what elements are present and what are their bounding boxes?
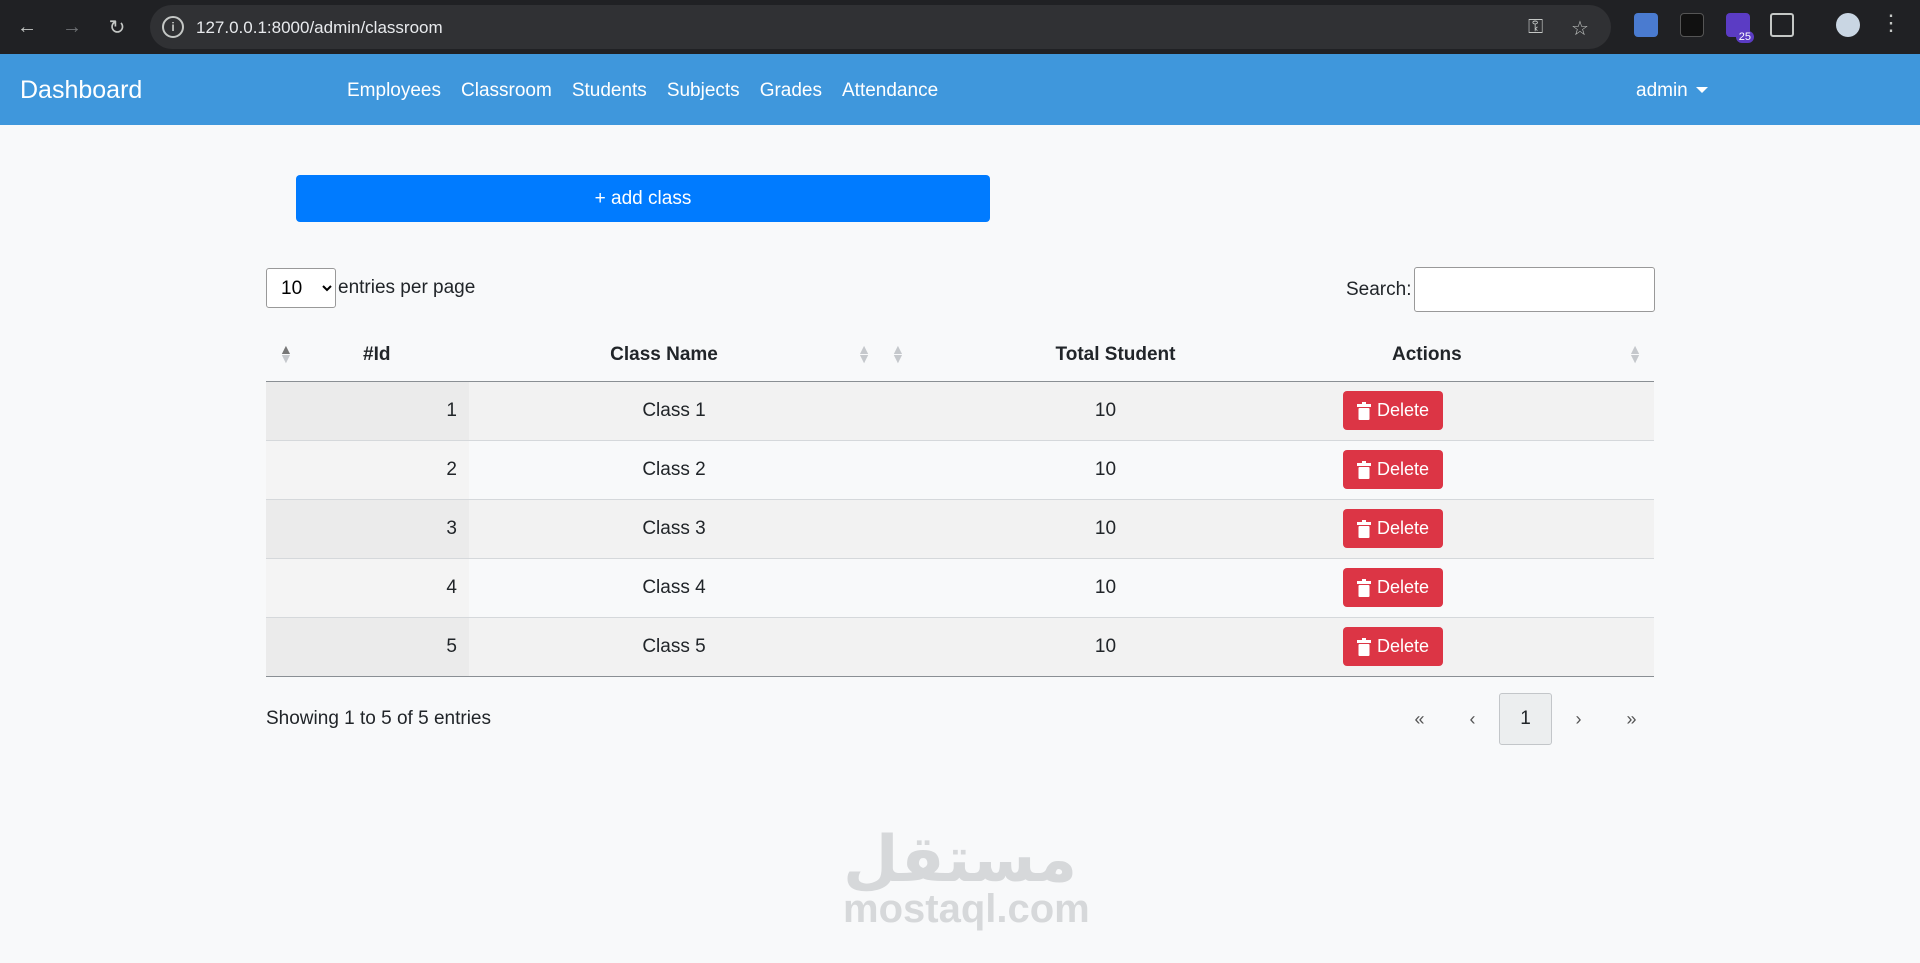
watermark-latin: mostaql.com <box>843 887 1090 931</box>
back-icon[interactable]: ← <box>10 10 44 44</box>
page-current-button[interactable]: 1 <box>1499 693 1552 745</box>
column-header-label: #Id <box>363 344 391 366</box>
page-prev-button[interactable]: ‹ <box>1446 693 1499 745</box>
table-row: 2 Class 2 10 Delete <box>266 440 1654 500</box>
sort-icon: ▲ ▼ <box>891 341 905 366</box>
column-header-label: Actions <box>1392 344 1462 366</box>
top-navbar: Dashboard Employees Classroom Students S… <box>0 54 1920 125</box>
nav-classroom[interactable]: Classroom <box>461 80 552 102</box>
search-control: Search: <box>1346 267 1656 312</box>
sort-icon: ▲ ▼ <box>1628 341 1642 366</box>
extension-icon[interactable] <box>1680 13 1704 37</box>
row-total-student: 10 <box>879 558 1332 618</box>
entries-control: 10 entries per page <box>266 268 475 308</box>
key-icon[interactable]: ⚿ <box>1528 16 1543 39</box>
column-header-label: Class Name <box>610 344 718 366</box>
search-input[interactable] <box>1414 267 1656 312</box>
translate-extension-icon[interactable] <box>1634 13 1658 37</box>
entries-label: entries per page <box>338 277 476 298</box>
trash-icon <box>1357 460 1371 479</box>
row-actions: Delete <box>1332 381 1654 441</box>
delete-label: Delete <box>1377 577 1430 597</box>
row-class-name: Class 1 <box>469 381 879 441</box>
table-row: 3 Class 3 10 Delete <box>266 499 1654 559</box>
forward-icon[interactable]: → <box>55 10 89 44</box>
brand-link[interactable]: Dashboard <box>20 76 142 105</box>
delete-label: Delete <box>1377 636 1430 656</box>
nav-attendance[interactable]: Attendance <box>842 80 938 102</box>
search-label: Search: <box>1346 278 1412 300</box>
row-actions: Delete <box>1332 617 1654 677</box>
row-id: 1 <box>266 381 469 441</box>
row-total-student: 10 <box>879 617 1332 677</box>
reload-icon[interactable]: ↻ <box>100 10 134 44</box>
page-first-button[interactable]: « <box>1393 693 1446 745</box>
table-row: 4 Class 4 10 Delete <box>266 558 1654 618</box>
browser-toolbar: ← → ↻ i 127.0.0.1:8000/admin/classroom ⚿… <box>0 0 1920 54</box>
nav-employees[interactable]: Employees <box>347 80 441 102</box>
row-id: 3 <box>266 499 469 559</box>
sort-asc-icon: ▲ ▼ <box>279 341 293 366</box>
trash-icon <box>1357 578 1371 597</box>
delete-button[interactable]: Delete <box>1343 391 1444 430</box>
badge-extension-icon[interactable]: 25 <box>1726 13 1754 43</box>
delete-label: Delete <box>1377 400 1430 420</box>
delete-button[interactable]: Delete <box>1343 450 1444 489</box>
table-header-row: ▲ ▼ #Id Class Name ▲ ▼ ▲ ▼ Total Student Ac… <box>266 330 1654 382</box>
site-info-icon[interactable]: i <box>162 16 184 38</box>
column-header-total-student[interactable]: ▲ ▼ Total Student <box>879 330 1332 382</box>
delete-label: Delete <box>1377 459 1430 479</box>
sort-icon: ▲ ▼ <box>857 341 871 366</box>
delete-button[interactable]: Delete <box>1343 509 1444 548</box>
star-icon[interactable]: ☆ <box>1571 16 1589 41</box>
page-last-button[interactable]: » <box>1605 693 1658 745</box>
delete-button[interactable]: Delete <box>1343 568 1444 607</box>
column-header-id[interactable]: ▲ ▼ #Id <box>266 330 469 382</box>
row-actions: Delete <box>1332 499 1654 559</box>
trash-icon <box>1357 637 1371 656</box>
watermark-arabic: مستقل <box>843 823 1078 897</box>
nav-subjects[interactable]: Subjects <box>667 80 740 102</box>
row-total-student: 10 <box>879 381 1332 441</box>
add-class-button[interactable]: + add class <box>296 175 990 222</box>
trash-icon <box>1357 519 1371 538</box>
column-header-class-name[interactable]: Class Name ▲ ▼ <box>469 330 879 382</box>
address-bar[interactable]: i 127.0.0.1:8000/admin/classroom ⚿ ☆ <box>150 5 1611 49</box>
row-class-name: Class 4 <box>469 558 879 618</box>
extension-badge: 25 <box>1735 31 1754 43</box>
trash-icon <box>1357 401 1371 420</box>
table-info: Showing 1 to 5 of 5 entries <box>266 708 491 729</box>
table-row: 1 Class 1 10 Delete <box>266 381 1654 441</box>
row-total-student: 10 <box>879 440 1332 500</box>
caret-down-icon <box>1695 87 1708 93</box>
column-header-actions[interactable]: Actions ▲ ▼ <box>1332 330 1654 382</box>
nav-students[interactable]: Students <box>572 80 647 102</box>
row-class-name: Class 5 <box>469 617 879 677</box>
watermark: مستقل mostaql.com <box>843 823 1090 931</box>
browser-menu-icon[interactable]: ⋮ <box>1880 12 1902 34</box>
url-text[interactable]: 127.0.0.1:8000/admin/classroom <box>196 18 443 38</box>
puzzle-icon[interactable] <box>1770 13 1794 37</box>
user-name: admin <box>1636 80 1688 101</box>
delete-label: Delete <box>1377 518 1430 538</box>
row-total-student: 10 <box>879 499 1332 559</box>
classroom-table: ▲ ▼ #Id Class Name ▲ ▼ ▲ ▼ Total Student Ac… <box>266 330 1654 677</box>
row-actions: Delete <box>1332 558 1654 618</box>
column-header-label: Total Student <box>1055 344 1176 366</box>
entries-per-page-select[interactable]: 10 <box>266 268 336 308</box>
profile-avatar[interactable] <box>1836 13 1860 37</box>
pagination: « ‹ 1 › » <box>1393 693 1658 745</box>
nav-links: Employees Classroom Students Subjects Gr… <box>347 80 938 102</box>
table-row: 5 Class 5 10 Delete <box>266 617 1654 677</box>
delete-button[interactable]: Delete <box>1343 627 1444 666</box>
row-actions: Delete <box>1332 440 1654 500</box>
row-class-name: Class 2 <box>469 440 879 500</box>
row-id: 4 <box>266 558 469 618</box>
row-class-name: Class 3 <box>469 499 879 559</box>
page-next-button[interactable]: › <box>1552 693 1605 745</box>
user-dropdown[interactable]: admin <box>1636 80 1708 102</box>
row-id: 5 <box>266 617 469 677</box>
nav-grades[interactable]: Grades <box>760 80 822 102</box>
row-id: 2 <box>266 440 469 500</box>
